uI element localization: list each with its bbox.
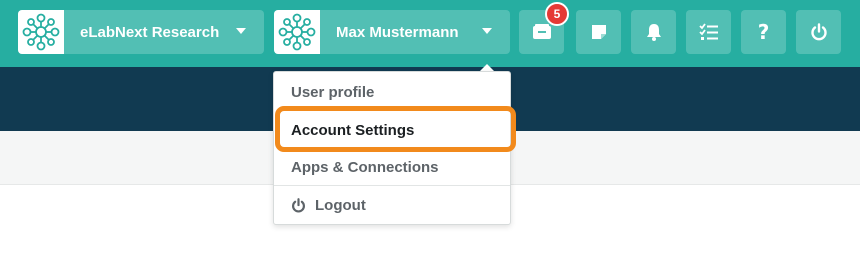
menu-divider <box>274 185 510 186</box>
help-icon: ? <box>757 20 770 44</box>
tasks-button[interactable] <box>686 10 731 54</box>
chevron-down-icon <box>236 28 246 34</box>
user-selector-label: Max Mustermann <box>336 23 459 41</box>
menu-item-logout[interactable]: Logout <box>291 197 366 214</box>
sticky-note-icon <box>591 25 606 39</box>
power-icon <box>810 23 827 41</box>
org-selector-label: eLabNext Research <box>80 23 220 41</box>
task-list-icon <box>698 23 718 40</box>
chevron-down-icon <box>482 28 492 34</box>
notes-button[interactable] <box>576 10 621 54</box>
menu-item-user-profile[interactable]: User profile <box>291 84 374 101</box>
user-dropdown-menu: User profile Account Settings Apps & Con… <box>273 71 511 225</box>
menu-item-account-settings[interactable]: Account Settings <box>291 122 414 139</box>
help-button[interactable]: ? <box>741 10 786 54</box>
inbox-icon <box>532 24 551 39</box>
org-selector-button[interactable]: eLabNext Research <box>18 10 264 54</box>
power-icon <box>292 198 305 213</box>
notification-count-badge: 5 <box>545 2 569 26</box>
power-button[interactable] <box>796 10 841 54</box>
user-selector-button[interactable]: Max Mustermann <box>274 10 510 54</box>
menu-item-apps-connections[interactable]: Apps & Connections <box>291 159 439 176</box>
logout-label: Logout <box>315 197 366 214</box>
bell-icon <box>646 24 661 41</box>
notifications-button[interactable] <box>631 10 676 54</box>
molecule-logo-icon <box>274 10 320 54</box>
molecule-logo-icon <box>18 10 64 54</box>
